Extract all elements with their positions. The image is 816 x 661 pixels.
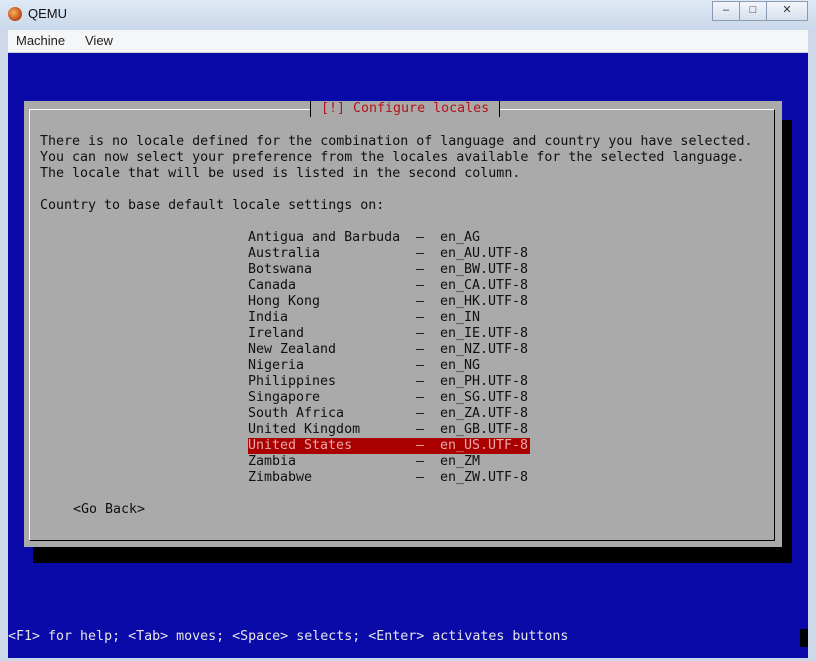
locale-option-code: en_NZ.UTF-8	[440, 342, 529, 357]
locale-option-code: en_GB.UTF-8	[440, 422, 529, 437]
locale-option[interactable]: United Kingdom – en_GB.UTF-8	[248, 422, 530, 438]
window-frame-left	[0, 30, 8, 661]
locale-option-separator: –	[416, 230, 425, 245]
console-scroll-corner	[800, 629, 808, 647]
locale-option-country: South Africa	[248, 406, 345, 421]
locale-option-separator: –	[416, 246, 425, 261]
window-frame-right	[808, 30, 816, 661]
configure-locales-dialog: [!] Configure locales There is no locale…	[24, 101, 782, 547]
menu-machine[interactable]: Machine	[12, 33, 69, 48]
locale-option-separator: –	[416, 278, 425, 293]
locale-option-code: en_US.UTF-8	[440, 438, 529, 453]
maximize-button[interactable]: □	[739, 1, 767, 21]
locale-option[interactable]: India – en_IN	[248, 310, 530, 326]
status-line: <F1> for help; <Tab> moves; <Space> sele…	[8, 629, 569, 644]
locale-option-country: Botswana	[248, 262, 313, 277]
close-button[interactable]: ✕	[766, 1, 808, 21]
locale-option-separator: –	[416, 374, 425, 389]
locale-option-country: Canada	[248, 278, 297, 293]
locale-option[interactable]: Zambia – en_ZM	[248, 454, 530, 470]
locale-option[interactable]: Singapore – en_SG.UTF-8	[248, 390, 530, 406]
locale-option-separator: –	[416, 262, 425, 277]
menu-view[interactable]: View	[81, 33, 117, 48]
locale-option[interactable]: Antigua and Barbuda – en_AG	[248, 230, 530, 246]
locale-option-country: Zimbabwe	[248, 470, 313, 485]
locale-option-separator: –	[416, 358, 425, 373]
locale-option-country: Hong Kong	[248, 294, 321, 309]
locale-option-country: New Zealand	[248, 342, 337, 357]
locale-option-code: en_AG	[440, 230, 481, 245]
locale-option-code: en_HK.UTF-8	[440, 294, 529, 309]
locale-option-code: en_IN	[440, 310, 481, 325]
locale-option[interactable]: Ireland – en_IE.UTF-8	[248, 326, 530, 342]
locale-option-separator: –	[416, 454, 425, 469]
description-line-3: The locale that will be used is listed i…	[40, 166, 521, 181]
locale-option-code: en_ZA.UTF-8	[440, 406, 529, 421]
locale-option-separator: –	[416, 294, 425, 309]
country-prompt: Country to base default locale settings …	[40, 198, 385, 213]
locale-option-separator: –	[416, 342, 425, 357]
locale-option[interactable]: United States – en_US.UTF-8	[248, 438, 530, 454]
locale-option[interactable]: Zimbabwe – en_ZW.UTF-8	[248, 470, 530, 486]
locale-option-separator: –	[416, 470, 425, 485]
locale-option[interactable]: New Zealand – en_NZ.UTF-8	[248, 342, 530, 358]
description-line-2: You can now select your preference from …	[40, 150, 745, 165]
locale-option-separator: –	[416, 438, 425, 453]
locale-option-separator: –	[416, 390, 425, 405]
locale-option-code: en_ZW.UTF-8	[440, 470, 529, 485]
locale-option-country: United States	[248, 438, 353, 453]
locale-option[interactable]: Australia – en_AU.UTF-8	[248, 246, 530, 262]
locale-option-country: United Kingdom	[248, 422, 361, 437]
locale-option-country: Ireland	[248, 326, 305, 341]
window-title: QEMU	[28, 6, 67, 21]
locale-list[interactable]: Antigua and Barbuda – en_AG Australia – en_AU…	[248, 230, 530, 486]
description-line-1: There is no locale defined for the combi…	[40, 134, 753, 149]
locale-option-separator: –	[416, 326, 425, 341]
locale-option[interactable]: Botswana – en_BW.UTF-8	[248, 262, 530, 278]
locale-option-separator: –	[416, 406, 425, 421]
locale-option-country: Philippines	[248, 374, 337, 389]
locale-option-code: en_BW.UTF-8	[440, 262, 529, 277]
minimize-button[interactable]: –	[712, 1, 740, 21]
go-back-button[interactable]: <Go Back>	[73, 502, 145, 518]
locale-option[interactable]: Philippines – en_PH.UTF-8	[248, 374, 530, 390]
locale-option-code: en_ZM	[440, 454, 481, 469]
qemu-icon	[8, 7, 22, 21]
window-controls: – □ ✕	[712, 1, 808, 21]
vm-console[interactable]: [!] Configure locales There is no locale…	[8, 53, 808, 658]
locale-option[interactable]: South Africa – en_ZA.UTF-8	[248, 406, 530, 422]
locale-option-code: en_PH.UTF-8	[440, 374, 529, 389]
locale-option[interactable]: Canada – en_CA.UTF-8	[248, 278, 530, 294]
locale-option-country: Singapore	[248, 390, 321, 405]
locale-option-code: en_CA.UTF-8	[440, 278, 529, 293]
locale-option-country: India	[248, 310, 289, 325]
locale-option-country: Australia	[248, 246, 321, 261]
locale-option-separator: –	[416, 310, 425, 325]
dialog-title: [!] Configure locales	[310, 101, 501, 117]
locale-option-country: Nigeria	[248, 358, 305, 373]
window-titlebar[interactable]: QEMU – □ ✕	[0, 0, 816, 31]
locale-option[interactable]: Nigeria – en_NG	[248, 358, 530, 374]
locale-option-code: en_SG.UTF-8	[440, 390, 529, 405]
locale-option[interactable]: Hong Kong – en_HK.UTF-8	[248, 294, 530, 310]
menubar: Machine View	[8, 30, 808, 53]
locale-option-code: en_AU.UTF-8	[440, 246, 529, 261]
locale-option-separator: –	[416, 422, 425, 437]
locale-option-country: Zambia	[248, 454, 297, 469]
locale-option-country: Antigua and Barbuda	[248, 230, 401, 245]
locale-option-code: en_IE.UTF-8	[440, 326, 529, 341]
locale-option-code: en_NG	[440, 358, 481, 373]
